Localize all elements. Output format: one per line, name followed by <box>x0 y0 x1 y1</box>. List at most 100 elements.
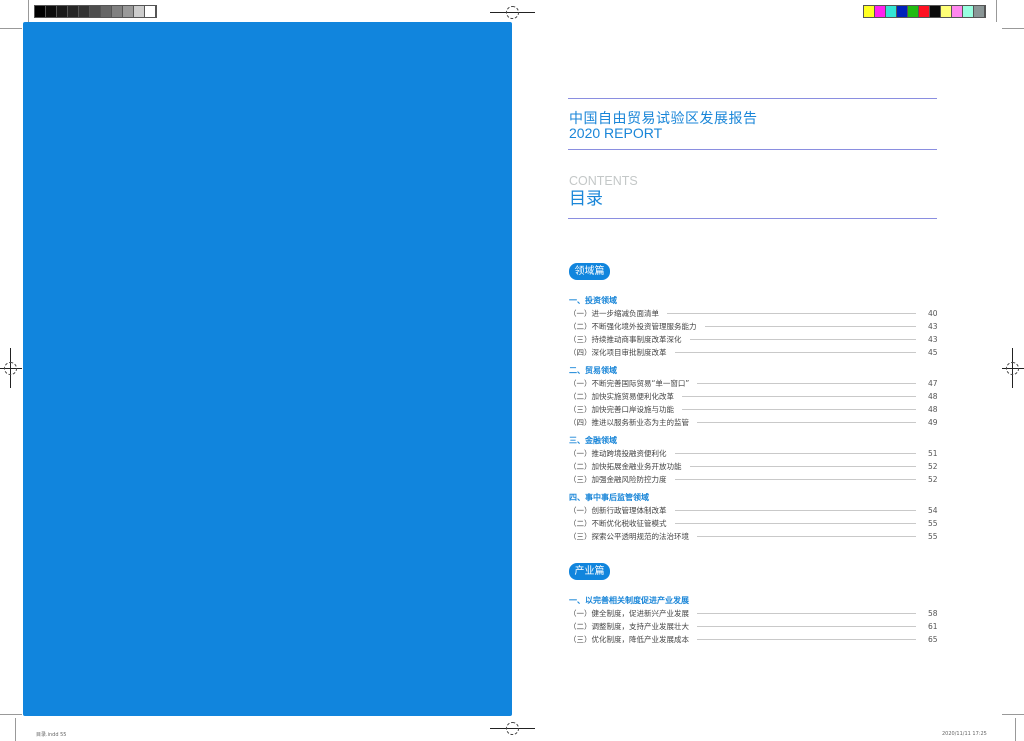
color-swatch <box>930 6 941 17</box>
color-swatch <box>886 6 897 17</box>
leader-line <box>674 523 916 524</box>
toc-entry[interactable]: （四）深化项目审批制度改革 45 <box>569 346 938 359</box>
gray-swatch <box>57 6 68 17</box>
crop-mark <box>0 28 22 29</box>
leader-line <box>697 422 916 423</box>
color-swatch <box>941 6 952 17</box>
section-heading: 四、事中事后监管领域 <box>569 493 649 502</box>
color-swatch <box>919 6 930 17</box>
registration-mark-icon <box>4 362 17 375</box>
leader-line <box>697 626 916 627</box>
leader-line <box>697 383 916 384</box>
crop-mark <box>996 0 997 22</box>
section-heading: 一、投资领域 <box>569 296 617 305</box>
crop-mark <box>28 0 29 22</box>
leader-line <box>667 313 916 314</box>
toc-entry-page: 47 <box>928 379 938 388</box>
registration-mark-icon <box>506 722 519 735</box>
gray-swatch <box>145 6 156 17</box>
gray-swatch <box>68 6 79 17</box>
toc-entry-page: 52 <box>928 462 938 471</box>
section-heading: 一、以完善相关制度促进产业发展 <box>569 596 689 605</box>
toc-entry-page: 48 <box>928 392 938 401</box>
toc-entry[interactable]: （一）推动跨境投融资便利化 51 <box>569 447 938 460</box>
toc-entry[interactable]: （一）健全制度，促进新兴产业发展 58 <box>569 607 938 620</box>
crop-mark <box>1002 714 1024 715</box>
leader-line <box>697 536 916 537</box>
color-swatch <box>864 6 875 17</box>
toc-entry-label: （二）调整制度，支持产业发展壮大 <box>569 622 689 631</box>
toc-entry-page: 51 <box>928 449 938 458</box>
gray-swatch <box>46 6 57 17</box>
toc-entry-label: （一）不断完善国际贸易“单一窗口” <box>569 379 690 388</box>
toc-entry-page: 43 <box>928 322 938 331</box>
part-badge: 领域篇 <box>569 263 610 280</box>
leader-line <box>682 396 916 397</box>
leader-line <box>704 326 916 327</box>
toc-entry-label: （一）进一步缩减负面清单 <box>569 309 659 318</box>
toc-entry-label: （三）加快完善口岸设施与功能 <box>569 405 674 414</box>
toc-entry-label: （四）深化项目审批制度改革 <box>569 348 667 357</box>
toc-entry[interactable]: （二）加快拓展金融业务开放功能 52 <box>569 460 938 473</box>
file-slug: 目录.indd 55 <box>36 732 67 738</box>
registration-mark-icon <box>1006 362 1019 375</box>
toc-entry-label: （一）推动跨境投融资便利化 <box>569 449 667 458</box>
leader-line <box>674 479 916 480</box>
crop-mark <box>15 718 16 741</box>
toc-entry[interactable]: （三）优化制度，降低产业发展成本 65 <box>569 633 938 646</box>
toc-entry-label: （二）不断强化境外投资管理服务能力 <box>569 322 697 331</box>
gray-swatch <box>112 6 123 17</box>
toc-entry-label: （一）创新行政管理体制改革 <box>569 506 667 515</box>
grayscale-color-bar <box>34 5 157 18</box>
color-swatch <box>974 6 985 17</box>
toc-entry[interactable]: （二）加快实施贸易便利化改革 48 <box>569 390 938 403</box>
leader-line <box>697 639 916 640</box>
toc-entry[interactable]: （二）不断强化境外投资管理服务能力 43 <box>569 320 938 333</box>
crop-mark <box>1015 718 1016 741</box>
toc-entry-label: （四）推进以服务新业态为主的监管 <box>569 418 689 427</box>
toc-entry[interactable]: （三）持续推动商事制度改革深化 43 <box>569 333 938 346</box>
blue-cover-panel <box>23 22 512 716</box>
color-swatch <box>952 6 963 17</box>
leader-line <box>689 466 916 467</box>
toc-entry[interactable]: （二）调整制度，支持产业发展壮大 61 <box>569 620 938 633</box>
section-heading: 二、贸易领域 <box>569 366 617 375</box>
color-swatch <box>897 6 908 17</box>
gray-swatch <box>35 6 46 17</box>
toc-entry-label: （三）优化制度，降低产业发展成本 <box>569 635 689 644</box>
part-badge: 产业篇 <box>569 563 610 580</box>
toc-entry[interactable]: （一）创新行政管理体制改革 54 <box>569 504 938 517</box>
date-slug: 2020/11/11 17:25 <box>942 731 987 737</box>
toc-entry-page: 48 <box>928 405 938 414</box>
cmyk-color-bar <box>863 5 986 18</box>
color-swatch <box>963 6 974 17</box>
toc-entry-label: （一）健全制度，促进新兴产业发展 <box>569 609 689 618</box>
report-subtitle: 2020 REPORT <box>569 125 663 141</box>
toc-entry[interactable]: （四）推进以服务新业态为主的监管 49 <box>569 416 938 429</box>
toc-entry-page: 52 <box>928 475 938 484</box>
crop-mark <box>1002 28 1024 29</box>
toc-entry[interactable]: （一）进一步缩减负面清单 40 <box>569 307 938 320</box>
gray-swatch <box>101 6 112 17</box>
toc-entry-page: 61 <box>928 622 938 631</box>
toc-entry-page: 43 <box>928 335 938 344</box>
toc-entry[interactable]: （三）加快完善口岸设施与功能 48 <box>569 403 938 416</box>
toc-entry-page: 55 <box>928 532 938 541</box>
leader-line <box>674 453 916 454</box>
color-swatch <box>875 6 886 17</box>
toc-entry[interactable]: （二）不断优化税收征管模式 55 <box>569 517 938 530</box>
registration-mark-icon <box>506 6 519 19</box>
divider <box>568 218 937 219</box>
color-swatch <box>908 6 919 17</box>
toc-entry-label: （三）探索公平透明规范的法治环境 <box>569 532 689 541</box>
toc-entry[interactable]: （三）探索公平透明规范的法治环境 55 <box>569 530 938 543</box>
leader-line <box>697 613 916 614</box>
divider <box>568 98 937 99</box>
toc-part-2: 一、以完善相关制度促进产业发展 （一）健全制度，促进新兴产业发展 58 （二）调整制度… <box>569 594 938 646</box>
toc-entry[interactable]: （一）不断完善国际贸易“单一窗口” 47 <box>569 377 938 390</box>
toc-entry-label: （三）加强金融风险防控力度 <box>569 475 667 484</box>
gray-swatch <box>90 6 101 17</box>
toc-part-1: 一、投资领域 （一）进一步缩减负面清单 40 （二）不断强化境外投资管理服务能力 43 （… <box>569 294 938 543</box>
divider <box>568 149 937 150</box>
toc-entry[interactable]: （三）加强金融风险防控力度 52 <box>569 473 938 486</box>
